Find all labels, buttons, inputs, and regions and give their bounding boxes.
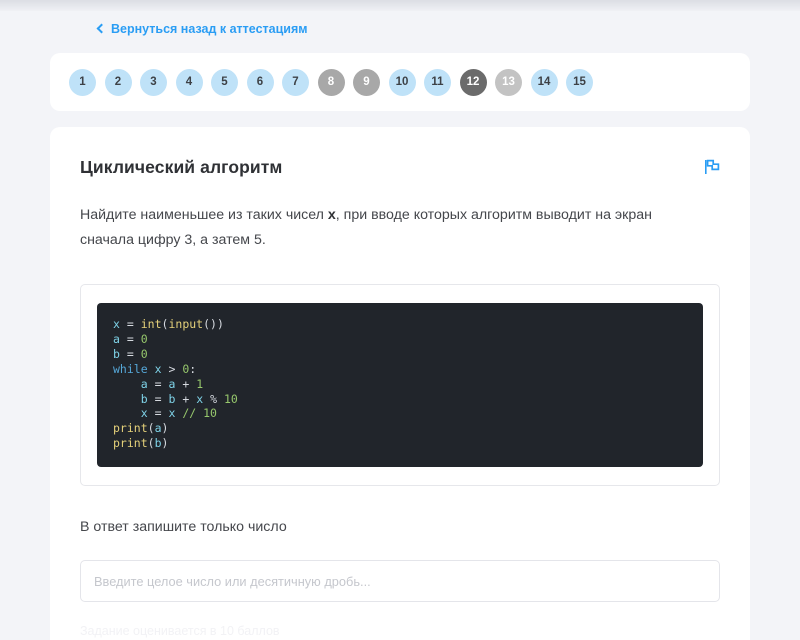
pagination-item-13[interactable]: 13: [495, 68, 522, 96]
code-snippet: x = int(input()) a = 0 b = 0 while x > 0…: [97, 303, 703, 468]
pagination-item-11[interactable]: 11: [424, 68, 451, 96]
code-token: 10: [223, 391, 238, 406]
page-body: Вернуться назад к аттестациям 1234567891…: [0, 11, 800, 640]
question-text-part1: Найдите наименьшее из таких чисел: [80, 207, 328, 223]
back-link-label: Вернуться назад к аттестациям: [111, 21, 308, 36]
code-token: %: [210, 391, 218, 406]
question-header: Циклический алгоритм: [80, 157, 720, 178]
pagination-item-2[interactable]: 2: [104, 68, 132, 96]
code-token: (: [147, 421, 155, 436]
pagination-item-7[interactable]: 7: [282, 68, 309, 96]
breadcrumb: Вернуться назад к аттестациям: [0, 11, 800, 45]
code-token: x: [154, 361, 162, 376]
code-token: :: [189, 361, 197, 376]
pagination-item-4[interactable]: 4: [175, 68, 203, 96]
pagination-item-15[interactable]: 15: [566, 68, 593, 96]
flag-question-button[interactable]: [704, 159, 720, 175]
page-title: Циклический алгоритм: [80, 157, 283, 177]
pagination-item-14[interactable]: 14: [530, 68, 558, 96]
code-token: a: [140, 376, 148, 391]
code-token: (: [147, 436, 155, 451]
question-text: Найдите наименьшее из таких чисел x, при…: [80, 203, 675, 253]
flag-icon: [705, 159, 720, 174]
code-token: int: [140, 317, 162, 331]
code-token: a: [154, 421, 162, 436]
code-token: =: [126, 317, 134, 331]
pagination-item-3[interactable]: 3: [140, 68, 167, 96]
question-card: Циклический алгоритм Найдите наименьшее …: [50, 127, 750, 640]
code-token: print: [113, 436, 148, 451]
code-token: print: [113, 421, 148, 436]
code-token: 10: [203, 406, 217, 421]
code-token: x: [140, 406, 148, 421]
pagination-item-8[interactable]: 8: [317, 68, 345, 96]
code-token: 0: [140, 346, 148, 361]
app-header-strip: [0, 0, 800, 11]
code-token: =: [154, 406, 162, 421]
code-token: =: [126, 331, 134, 346]
back-to-assessments-link[interactable]: Вернуться назад к аттестациям: [96, 21, 308, 36]
code-token: 0: [140, 331, 148, 346]
question-bold-term: x: [327, 207, 336, 223]
code-token: input: [168, 317, 204, 331]
code-token: //: [182, 406, 197, 421]
code-token: =: [154, 376, 162, 391]
code-token: ()): [203, 317, 224, 331]
question-pagination-card: 1 2 3 4 5 6 7 8 9 10 11 12 13 14 15: [50, 53, 750, 111]
code-token: b: [154, 436, 162, 451]
code-token: while: [113, 361, 148, 376]
pagination-item-5[interactable]: 5: [211, 68, 238, 96]
code-token: x: [113, 317, 120, 331]
pagination-item-1[interactable]: 1: [69, 68, 96, 96]
pagination: 1 2 3 4 5 6 7 8 9 10 11 12 13 14 15: [69, 68, 593, 96]
question-score-meta: Задание оценивается в 10 баллов: [80, 624, 280, 639]
code-token: ): [161, 436, 169, 451]
code-token: a: [113, 331, 120, 346]
chevron-left-icon: [96, 23, 107, 34]
pagination-item-6[interactable]: 6: [246, 68, 274, 96]
pagination-item-9[interactable]: 9: [353, 68, 380, 96]
code-token: ): [161, 421, 169, 436]
pagination-item-12[interactable]: 12: [459, 68, 487, 96]
code-token: 1: [196, 376, 204, 391]
code-token: =: [154, 391, 162, 406]
code-token: b: [140, 391, 148, 406]
code-token: b: [113, 346, 120, 361]
pagination-item-10[interactable]: 10: [388, 68, 416, 96]
code-token: =: [126, 346, 134, 361]
code-block-container: x = int(input()) a = 0 b = 0 while x > 0…: [80, 284, 720, 487]
answer-input[interactable]: [80, 560, 720, 603]
answer-instruction-label: В ответ запишите только число: [80, 519, 287, 536]
